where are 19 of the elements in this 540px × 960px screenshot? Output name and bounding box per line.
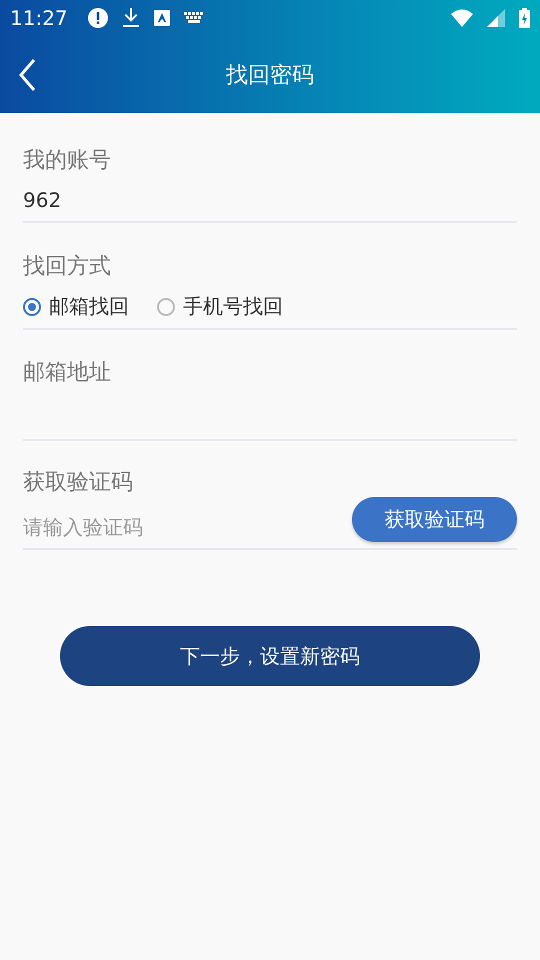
- keyboard-icon: [184, 12, 204, 24]
- radio-option[interactable]: 邮箱找回: [23, 293, 129, 320]
- status-time: 11:27: [10, 6, 68, 30]
- next-step-button[interactable]: 下一步，设置新密码: [60, 626, 480, 686]
- code-input-field[interactable]: 请输入验证码: [23, 514, 273, 538]
- field-label: 邮箱地址: [23, 359, 112, 387]
- page-title: 找回密码: [226, 62, 314, 90]
- field-label: 我的账号: [23, 147, 112, 175]
- account-field[interactable]: 962: [23, 185, 517, 215]
- field-label: 找回方式: [23, 253, 112, 281]
- get-code-button[interactable]: 获取验证码: [352, 497, 517, 542]
- radio-option[interactable]: 手机号找回: [157, 293, 283, 320]
- field-label: 获取验证码: [23, 469, 134, 497]
- alert-icon: [88, 8, 108, 28]
- signal-icon: [487, 9, 505, 27]
- wifi-icon: [451, 9, 473, 27]
- translate-icon: [154, 10, 170, 26]
- battery-icon: [519, 8, 530, 28]
- download-icon: [122, 8, 140, 28]
